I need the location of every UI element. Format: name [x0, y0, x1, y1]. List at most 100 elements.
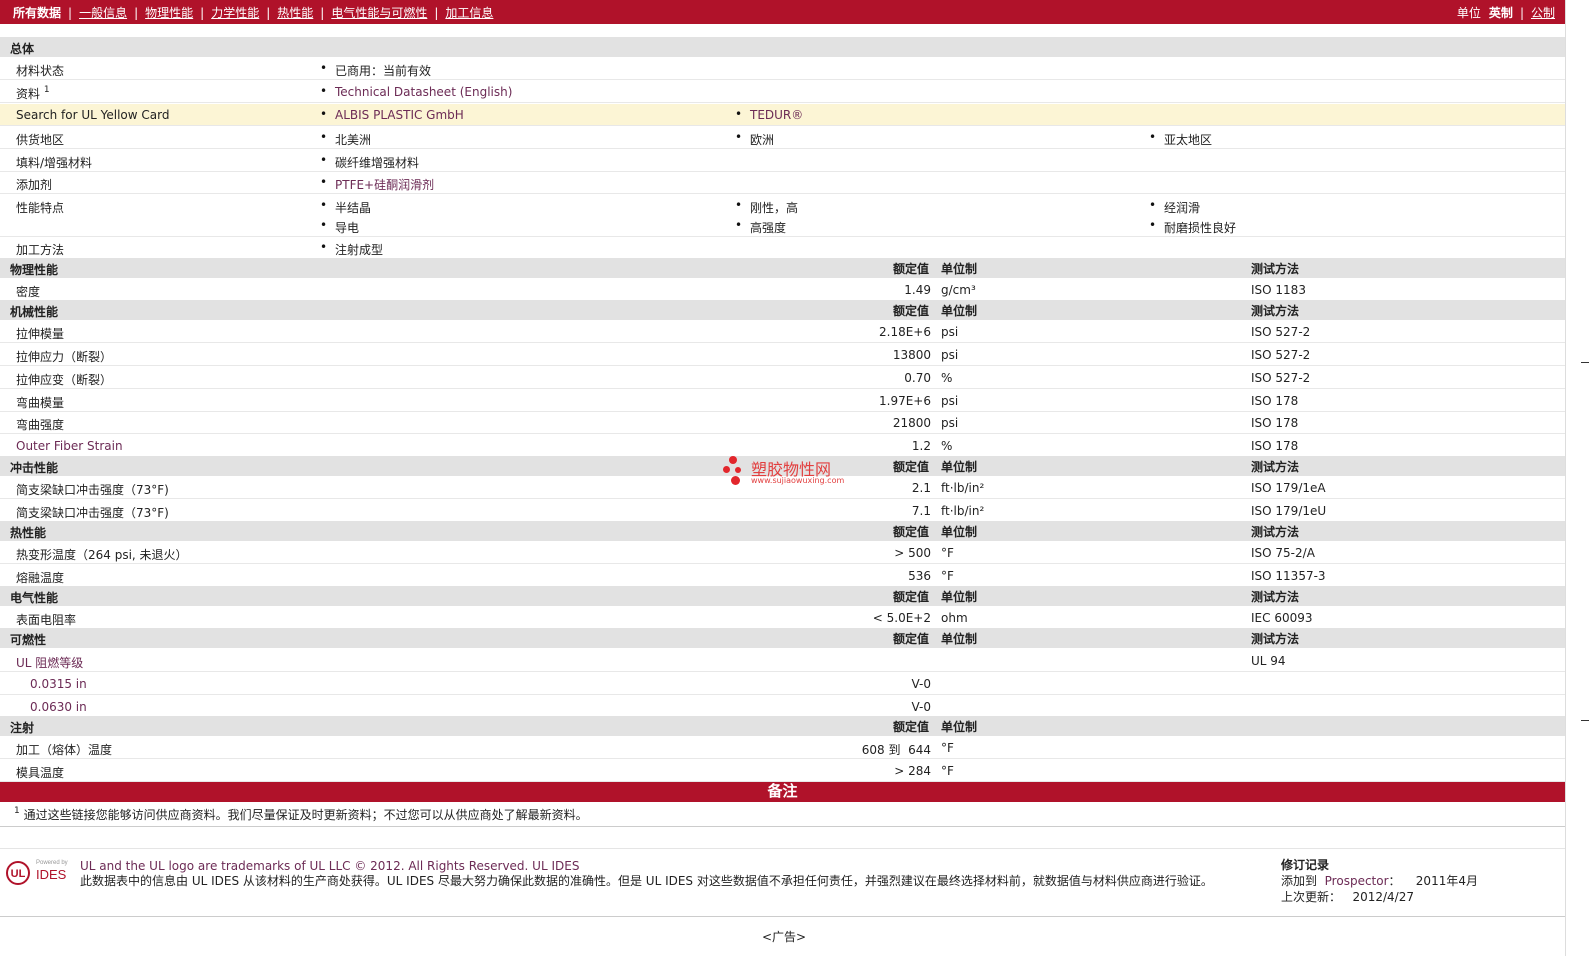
- property-method: ISO 75-2/A: [1251, 546, 1315, 560]
- section-general: 总体: [0, 37, 1565, 57]
- section-title: 物理性能: [10, 263, 59, 277]
- tedur-link[interactable]: TEDUR®: [735, 107, 803, 122]
- property-value: V-0: [911, 700, 931, 714]
- row-label: 性能特点: [16, 201, 65, 215]
- updated-row: 上次更新： 2012/4/27: [1281, 890, 1414, 904]
- thickness-link[interactable]: 0.0315 in: [30, 677, 87, 691]
- table-row: 密度 1.49 g/cm³ ISO 1183: [0, 279, 1565, 301]
- header-method: 测试方法: [1251, 460, 1300, 474]
- property-unit: %: [941, 371, 953, 385]
- watermark-url: www.sujiaowuxing.com: [751, 476, 845, 485]
- header-unit: 单位制: [941, 720, 978, 734]
- header-method: 测试方法: [1251, 525, 1300, 539]
- section-injection: 注射 额定值 单位制: [0, 716, 1565, 736]
- property-method: IEC 60093: [1251, 611, 1313, 625]
- property-name: 拉伸应力（断裂）: [16, 350, 113, 364]
- row-features: 性能特点 半结晶 刚性，高 经润滑 导电 高强度 耐磨损性良好: [0, 195, 1565, 237]
- header-method: 测试方法: [1251, 632, 1300, 646]
- header-nominal: 额定值: [893, 304, 930, 318]
- property-name: 简支梁缺口冲击强度（73°F): [16, 506, 169, 520]
- property-value: 7.1: [911, 504, 931, 518]
- added-row: 添加到 Prospector： 2011年4月: [1281, 874, 1478, 888]
- vertical-scrollbar[interactable]: [1565, 0, 1589, 956]
- header-unit: 单位制: [941, 460, 978, 474]
- row-processing-method: 加工方法 注射成型: [0, 237, 1565, 259]
- row-label: 填料/增强材料: [16, 156, 93, 170]
- ul-flame-rating-link[interactable]: UL 阻燃等级: [16, 654, 83, 671]
- property-value: 13800: [892, 348, 931, 362]
- svg-text:IDES: IDES: [36, 867, 67, 882]
- header-unit: 单位制: [941, 262, 978, 276]
- disclaimer-text: 此数据表中的信息由 UL IDES 从该材料的生产商处获得。UL IDES 尽最…: [80, 874, 1213, 888]
- row-label: 资料 1: [16, 85, 50, 101]
- property-unit: °F: [941, 741, 954, 755]
- property-name: 熔融温度: [16, 571, 65, 585]
- table-row: 拉伸模量 2.18E+6 psi ISO 527-2: [0, 321, 1565, 343]
- property-value: 2.18E+6: [879, 325, 931, 339]
- table-row: 简支梁缺口冲击强度（73°F) 7.1 ft·lb/in² ISO 179/1e…: [0, 500, 1565, 522]
- table-row: 0.0315 in V-0: [0, 673, 1565, 695]
- property-unit: ft·lb/in²: [941, 481, 985, 495]
- table-row: 加工（熔体）温度 608 到 644 °F: [0, 737, 1565, 759]
- albis-link[interactable]: ALBIS PLASTIC GmbH: [320, 107, 464, 122]
- section-flammability: 可燃性 额定值 单位制 测试方法: [0, 628, 1565, 648]
- trademark-text: UL and the UL logo are trademarks of UL …: [80, 859, 580, 873]
- row-material-status: 材料状态 已商用：当前有效: [0, 58, 1565, 80]
- table-row: 弯曲强度 21800 psi ISO 178: [0, 412, 1565, 434]
- thickness-link[interactable]: 0.0630 in: [30, 700, 87, 714]
- property-method: ISO 178: [1251, 394, 1299, 408]
- header-unit: 单位制: [941, 304, 978, 318]
- nav-processing[interactable]: 加工信息: [445, 4, 493, 21]
- nav-general-info[interactable]: 一般信息: [79, 4, 127, 21]
- ul-ides-logo[interactable]: UL Powered by IDES: [6, 858, 70, 888]
- section-physical: 物理性能 额定值 单位制 测试方法: [0, 258, 1565, 278]
- row-ul-yellow-card: Search for UL Yellow Card ALBIS PLASTIC …: [0, 104, 1565, 126]
- nav-thermal[interactable]: 热性能: [277, 4, 313, 21]
- header-nominal: 额定值: [893, 460, 930, 474]
- outer-fiber-strain-link[interactable]: Outer Fiber Strain: [16, 439, 123, 453]
- unit-metric[interactable]: 公制: [1531, 4, 1555, 21]
- property-unit: °F: [941, 764, 954, 778]
- property-method: ISO 527-2: [1251, 371, 1311, 385]
- property-unit: g/cm³: [941, 283, 976, 297]
- nav-physical[interactable]: 物理性能: [145, 4, 193, 21]
- property-value: 1.2: [911, 439, 931, 453]
- unit-label: 单位: [1456, 6, 1481, 20]
- unit-imperial[interactable]: 英制: [1489, 4, 1513, 21]
- header-nominal: 额定值: [893, 262, 930, 276]
- header-nominal: 额定值: [893, 590, 930, 604]
- feature-item: 耐磨损性良好: [1149, 218, 1236, 236]
- header-unit: 单位制: [941, 525, 978, 539]
- table-row: 表面电阻率 < 5.0E+2 ohm IEC 60093: [0, 607, 1565, 629]
- revision-history: 修订记录 添加到 Prospector： 2011年4月 上次更新： 2012/…: [1281, 857, 1478, 905]
- feature-item: 高强度: [735, 218, 786, 236]
- section-title: 注射: [10, 721, 35, 735]
- row-value: 碳纤维增强材料: [320, 153, 419, 171]
- header-unit: 单位制: [941, 590, 978, 604]
- divider: [0, 826, 1565, 827]
- nav-all-data[interactable]: 所有数据: [13, 4, 61, 21]
- header-nominal: 额定值: [893, 632, 930, 646]
- property-name: 简支梁缺口冲击强度（73°F): [16, 483, 169, 497]
- section-mechanical: 机械性能 额定值 单位制 测试方法: [0, 300, 1565, 320]
- property-value: 1.97E+6: [879, 394, 931, 408]
- row-value: 已商用：当前有效: [320, 61, 431, 79]
- row-label: Search for UL Yellow Card: [16, 108, 170, 122]
- row-label: 材料状态: [16, 64, 65, 78]
- property-unit: psi: [941, 416, 959, 430]
- property-unit: psi: [941, 325, 959, 339]
- technical-datasheet-link[interactable]: Technical Datasheet (English): [320, 84, 512, 99]
- prospector-link[interactable]: Prospector: [1325, 874, 1389, 888]
- region-item: 亚太地区: [1149, 130, 1212, 148]
- nav-electrical[interactable]: 电气性能与可燃性: [331, 4, 427, 21]
- additive-link[interactable]: PTFE+硅酮润滑剂: [320, 175, 434, 193]
- feature-item: 半结晶: [320, 198, 371, 216]
- nav-mechanical[interactable]: 力学性能: [211, 4, 259, 21]
- property-method: ISO 178: [1251, 416, 1299, 430]
- property-method: UL 94: [1251, 654, 1286, 668]
- property-value: 2.1: [911, 481, 931, 495]
- row-label: 添加剂: [16, 178, 53, 192]
- property-unit: ohm: [941, 611, 968, 625]
- property-value: 0.70: [904, 371, 931, 385]
- table-row: 熔融温度 536 °F ISO 11357-3: [0, 565, 1565, 587]
